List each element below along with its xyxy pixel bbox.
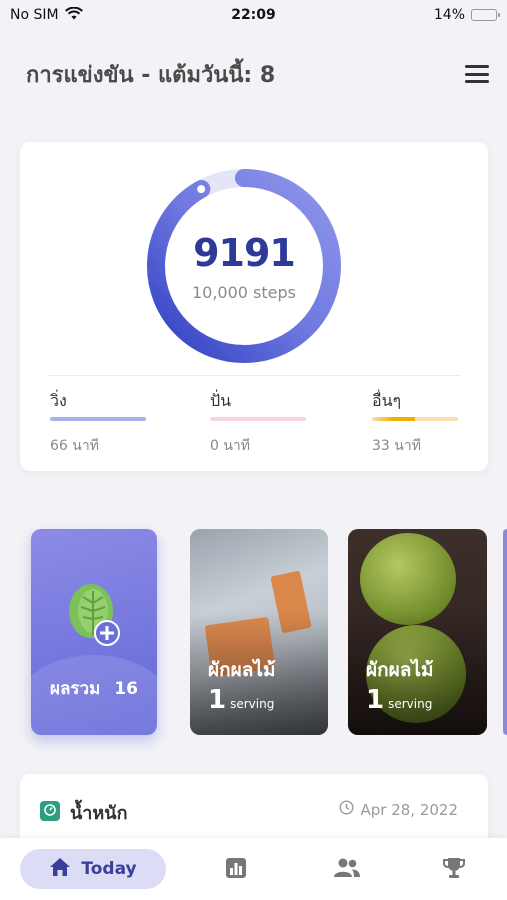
carrier-label: No SIM	[10, 7, 59, 23]
page-header: การแข่งขัน - แต้มวันนี้: 8	[26, 52, 489, 96]
trophy-icon	[443, 858, 465, 878]
food-total-card[interactable]: ผลรวม 16	[31, 529, 157, 735]
card-divider	[48, 375, 460, 376]
food-card-2[interactable]: ผักผลไม้ 1 serving	[348, 529, 487, 735]
steps-goal: 10,000 steps	[191, 282, 296, 302]
status-left: No SIM	[10, 6, 83, 24]
activity-other-bar	[372, 417, 458, 421]
lettuce-icon	[69, 584, 120, 646]
food-card-2-category: ผักผลไม้	[366, 659, 434, 681]
tab-today-label: Today	[81, 859, 137, 879]
food-card-2-count: 1 serving	[366, 685, 432, 715]
battery-percent: 14%	[433, 7, 465, 23]
weight-date-text: Apr 28, 2022	[360, 800, 458, 819]
activity-cycle-value: 0 นาที	[210, 438, 251, 454]
weight-header: น้ำหนัก	[40, 798, 127, 827]
people-icon	[334, 858, 360, 877]
activity-other: อื่นๆ 33 นาที	[372, 389, 458, 457]
activity-cycle: ปั่น 0 นาที	[210, 389, 306, 457]
activity-cycle-label: ปั่น	[210, 391, 232, 410]
tab-today[interactable]: Today	[20, 849, 166, 889]
wifi-icon	[64, 6, 83, 24]
battery-icon	[471, 9, 500, 21]
tab-group[interactable]	[333, 857, 361, 883]
tab-competition[interactable]	[442, 857, 466, 883]
tab-stats[interactable]	[225, 857, 247, 883]
food-carousel[interactable]: ผลรวม 16 ผักผลไม้ 1 serving ผักผลไม้ 1 se…	[0, 529, 507, 737]
food-card-1-category: ผักผลไม้	[208, 659, 276, 681]
steps-card[interactable]: 9191 10,000 steps วิ่ง 66 นาที ปั่น 0 นา…	[20, 142, 488, 471]
status-right: 14%	[433, 7, 500, 23]
steps-ring: 9191 10,000 steps	[144, 166, 344, 366]
steps-value: 9191	[193, 230, 296, 275]
food-total-label: ผลรวม 16	[31, 675, 157, 702]
food-card-1-count: 1 serving	[208, 685, 274, 715]
activity-other-value: 33 นาที	[372, 438, 421, 454]
weight-title: น้ำหนัก	[70, 803, 128, 824]
food-total-title: ผลรวม	[50, 679, 101, 699]
activity-run-label: วิ่ง	[50, 391, 67, 410]
food-card-2-unit: serving	[388, 697, 433, 711]
food-total-value: 16	[114, 679, 138, 699]
bar-chart-icon	[226, 858, 246, 878]
food-card-1-unit: serving	[230, 697, 275, 711]
tab-bar: Today	[0, 838, 507, 900]
activity-run: วิ่ง 66 นาที	[50, 389, 146, 457]
ring-center: 9191 10,000 steps	[144, 166, 344, 366]
activity-other-label: อื่นๆ	[372, 391, 402, 410]
menu-icon[interactable]	[465, 65, 489, 83]
food-card-1[interactable]: ผักผลไม้ 1 serving	[190, 529, 328, 735]
scale-icon	[40, 800, 60, 825]
weight-date: Apr 28, 2022	[339, 800, 458, 819]
activity-run-value: 66 นาที	[50, 438, 99, 454]
clock-icon	[339, 800, 354, 819]
food-card-next-peek[interactable]	[503, 529, 507, 735]
activity-cycle-bar	[210, 417, 306, 421]
activity-run-bar	[50, 417, 146, 421]
home-icon	[49, 857, 71, 881]
food-card-1-num: 1	[208, 685, 227, 715]
status-bar: No SIM 22:09 14%	[0, 0, 507, 30]
food-card-2-num: 1	[366, 685, 385, 715]
page-title: การแข่งขัน - แต้มวันนี้: 8	[26, 62, 276, 88]
